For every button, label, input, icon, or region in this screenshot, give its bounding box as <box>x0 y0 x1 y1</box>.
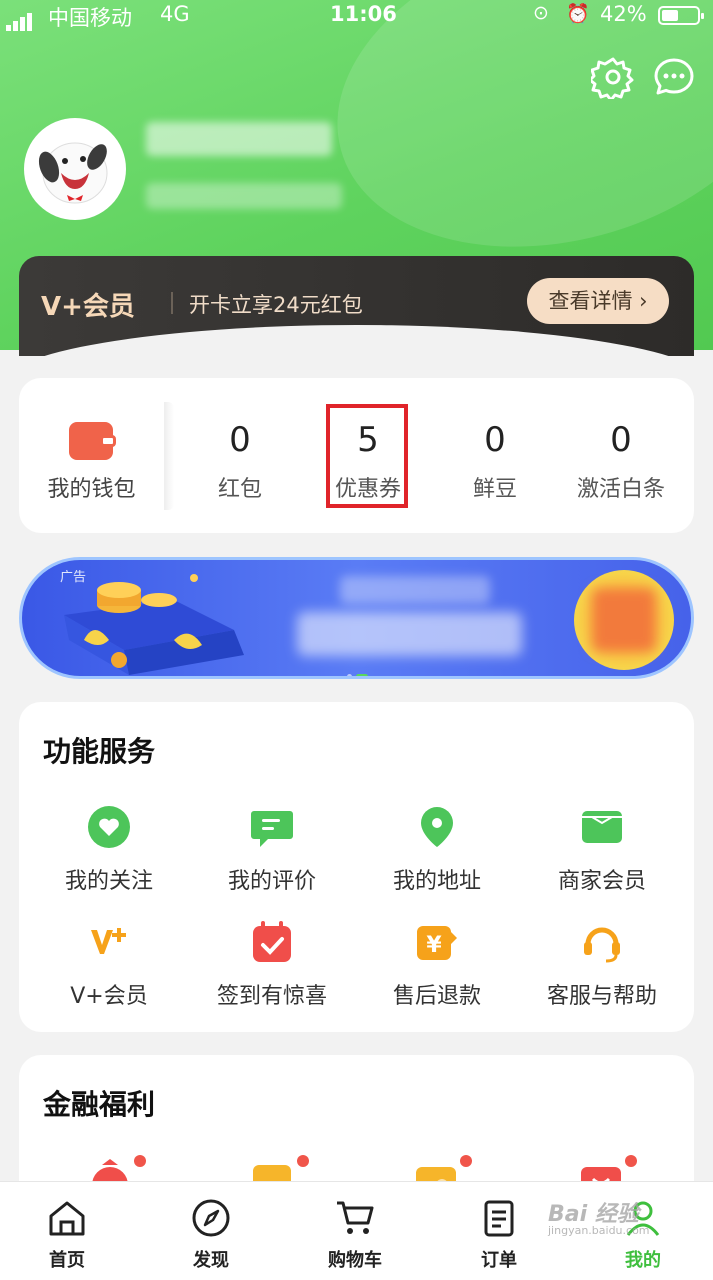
gear-icon[interactable] <box>591 55 635 99</box>
notification-dot <box>460 1155 472 1167</box>
my-wallet-button[interactable]: 我的钱包 <box>19 378 164 533</box>
wallet-label: 我的钱包 <box>47 477 136 502</box>
tab-home[interactable]: 首页 <box>7 1182 127 1280</box>
service-label: 客服与帮助 <box>546 984 657 1009</box>
notification-dot <box>297 1155 309 1167</box>
section-title: 金融福利 <box>43 1088 156 1121</box>
card-icon <box>582 811 622 843</box>
section-title: 功能服务 <box>43 735 156 768</box>
vip-details-button[interactable]: 查看详情 › <box>527 278 669 324</box>
calendar-check-icon <box>253 921 291 962</box>
notification-dot <box>134 1155 146 1167</box>
tab-label: 发现 <box>193 1250 229 1271</box>
coupon-highlight-box <box>326 404 408 508</box>
cart-icon <box>337 1201 374 1234</box>
wallet-icon <box>69 422 116 460</box>
carousel-dots <box>347 664 372 676</box>
tab-discover[interactable]: 发现 <box>151 1182 271 1280</box>
watermark-url: jingyan.baidu.com <box>548 1224 650 1237</box>
ad-blurred-text <box>340 576 490 604</box>
service-label: 售后退款 <box>392 984 481 1009</box>
vip-promo-text: 开卡立享24元红包 <box>189 293 363 317</box>
status-bar: 中国移动 4G 11:06 ⊙ ⏰ 42% <box>0 0 713 32</box>
services-card: 功能服务 我的关注 我的评价 我的地址 商家会员 V+会员 签到有惊喜 ¥ 售后… <box>19 702 694 1032</box>
location-icon <box>421 807 453 847</box>
headset-icon <box>584 927 620 963</box>
refund-icon: ¥ <box>417 926 457 960</box>
asset-label: 鲜豆 <box>472 477 517 502</box>
asset-red-packet[interactable]: 0 红包 <box>176 378 304 533</box>
battery-icon <box>658 6 704 25</box>
message-icon[interactable] <box>652 55 696 99</box>
service-label: 我的关注 <box>64 869 153 894</box>
order-icon <box>484 1200 514 1237</box>
tab-label: 购物车 <box>328 1250 382 1271</box>
tab-label: 首页 <box>49 1250 85 1271</box>
username-blurred <box>146 122 332 156</box>
tab-orders[interactable]: 订单 <box>439 1182 559 1280</box>
avatar[interactable] <box>24 118 126 220</box>
home-icon <box>49 1201 85 1236</box>
asset-fresh-beans[interactable]: 0 鲜豆 <box>431 378 559 533</box>
service-label: 签到有惊喜 <box>216 984 327 1009</box>
notification-dot <box>625 1155 637 1167</box>
tab-label: 订单 <box>481 1250 517 1271</box>
ad-blurred-amount <box>297 612 522 656</box>
assets-card: 我的钱包 0 红包 5 优惠券 0 鲜豆 0 激活白条 <box>19 378 694 533</box>
compass-icon <box>192 1199 230 1237</box>
service-label: 我的评价 <box>227 869 316 894</box>
heart-icon <box>88 806 130 848</box>
network-label: 4G <box>160 2 190 26</box>
vplus-icon <box>91 928 126 954</box>
ad-banner[interactable]: 广告 <box>19 557 694 679</box>
service-label: V+会员 <box>70 984 148 1009</box>
asset-label: 激活白条 <box>576 477 665 502</box>
signal-icon <box>6 7 34 31</box>
battery-percent: 42% <box>600 2 647 26</box>
rotation-lock-icon: ⊙ <box>533 2 549 24</box>
asset-baitiao[interactable]: 0 激活白条 <box>557 378 685 533</box>
vip-logo: V+会员 <box>41 292 135 322</box>
asset-value: 0 <box>484 420 506 460</box>
tab-label: 我的 <box>625 1250 661 1271</box>
user-phone-blurred <box>146 183 342 209</box>
svg-text:¥: ¥ <box>426 933 442 958</box>
tab-cart[interactable]: 购物车 <box>295 1182 415 1280</box>
service-label: 商家会员 <box>557 869 646 894</box>
asset-label: 红包 <box>217 477 262 502</box>
alarm-icon: ⏰ <box>566 3 590 25</box>
clock: 11:06 <box>330 2 397 26</box>
carrier-label: 中国移动 <box>48 6 132 30</box>
ad-coin-button[interactable] <box>574 570 674 670</box>
gift-box-icon <box>64 574 244 675</box>
divider <box>164 402 174 510</box>
asset-value: 0 <box>229 420 251 460</box>
asset-value: 0 <box>610 420 632 460</box>
comment-icon <box>251 811 293 847</box>
divider <box>171 292 173 314</box>
service-label: 我的地址 <box>392 869 481 894</box>
